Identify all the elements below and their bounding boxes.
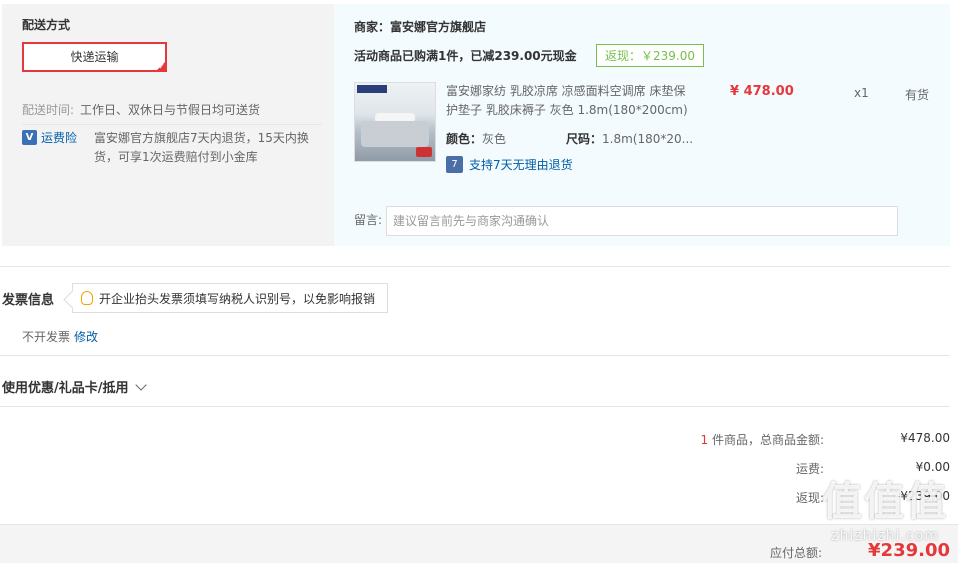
shield-icon: V: [22, 130, 37, 145]
rebate-badge: 返现：￥239.00: [596, 44, 704, 67]
divider: [0, 266, 950, 267]
shop-panel: 商家：富安娜官方旗舰店 活动商品已购满1件，已减239.00元现金 返现：￥23…: [334, 4, 950, 246]
chevron-down-icon: [134, 379, 147, 391]
return-policy-label: 支持7天无理由退货: [469, 158, 573, 172]
merchant-name: 商家：富安娜官方旗舰店: [354, 20, 487, 34]
promo-text: 活动商品已购满1件，已减239.00元现金: [354, 49, 577, 63]
invoice-tip-text: 开企业抬头发票须填写纳税人识别号，以免影响报销: [99, 291, 376, 306]
invoice-tip: 开企业抬头发票须填写纳税人识别号，以免影响报销: [72, 283, 388, 313]
invoice-edit-link[interactable]: 修改: [74, 330, 98, 344]
product-name-link[interactable]: 富安娜家纺 乳胶凉席 凉感面料空调席 床垫保护垫子 乳胶床褥子 灰色 1.8m(…: [446, 82, 696, 120]
price-badge-graphic: [416, 147, 432, 157]
item-count-label: 件商品，总商品金额:: [708, 433, 824, 447]
stock-status: 有货: [905, 88, 930, 102]
coupon-toggle[interactable]: 使用优惠/礼品卡/抵用: [2, 377, 147, 396]
message-input[interactable]: [386, 206, 898, 236]
color-label: 颜色：: [446, 132, 483, 146]
summary-goods-label: 1 件商品，总商品金额:: [664, 431, 825, 448]
watermark-logo: 值值值: [822, 479, 948, 525]
delivery-time: 配送时间: 工作日、双休日与节假日均可送货: [22, 101, 260, 118]
shipping-method-label: 快递运输: [70, 50, 119, 64]
delivery-title: 配送方式: [22, 18, 71, 32]
check-icon: ✓: [158, 62, 165, 71]
divider: [0, 355, 950, 356]
watermark-url: zhizhizhi.com: [831, 528, 939, 544]
freight-insurance-text: 富安娜官方旗舰店7天内退货，15天内换货，可享1次运费赔付到小金库: [94, 131, 309, 164]
freight-insurance-link[interactable]: V 运费险: [22, 129, 94, 167]
freight-insurance-label: 运费险: [41, 131, 78, 145]
total-label: 应付总额:: [769, 546, 822, 560]
color-value: 灰色: [482, 132, 507, 146]
summary-goods-amount: 1 件商品，总商品金额: ¥478.00: [664, 431, 951, 448]
invoice-title: 发票信息: [2, 293, 55, 308]
coupon-title: 使用优惠/礼品卡/抵用: [2, 381, 129, 396]
bed-graphic: [361, 121, 429, 147]
product-color: 颜色：灰色: [446, 130, 506, 147]
size-label: 尺码：: [566, 132, 603, 146]
order-shop-section: 配送方式 快递运输 ✓ 配送时间: 工作日、双休日与节假日均可送货 V 运费险 富…: [2, 4, 950, 246]
message-label: 留言:: [354, 213, 383, 227]
freight-value: ¥0.00: [915, 460, 950, 474]
seven-day-return-icon: 7: [446, 156, 463, 173]
product-quantity: x1: [854, 86, 869, 100]
item-count: 1: [700, 433, 709, 447]
invoice-row: 不开发票 修改: [22, 328, 98, 345]
product-price: ¥ 478.00: [730, 84, 794, 99]
freight-label: 运费:: [795, 462, 824, 476]
divider: [0, 406, 950, 407]
freight-insurance: V 运费险 富安娜官方旗舰店7天内退货，15天内换货，可享1次运费赔付到小金库: [22, 124, 322, 167]
delivery-panel: 配送方式 快递运输 ✓ 配送时间: 工作日、双休日与节假日均可送货 V 运费险 富…: [2, 4, 334, 246]
watermark: 值值值 zhizhizhi.com: [822, 478, 948, 544]
invoice-value: 不开发票: [22, 330, 71, 344]
lightbulb-icon: [81, 291, 93, 305]
delivery-time-label: 配送时间:: [22, 103, 75, 117]
size-value: 1.8m(180*20...: [602, 132, 694, 146]
delivery-time-value: 工作日、双休日与节假日均可送货: [80, 103, 261, 117]
product-size: 尺码：1.8m(180*20...: [566, 130, 693, 147]
goods-amount-value: ¥478.00: [900, 431, 950, 445]
rebate-label: 返现:: [795, 491, 824, 505]
summary-freight: 运费: ¥0.00: [664, 460, 950, 477]
shipping-method-option[interactable]: 快递运输 ✓: [22, 42, 167, 72]
brand-logo: [357, 85, 387, 93]
product-thumbnail[interactable]: [354, 82, 436, 162]
return-policy-link[interactable]: 7 支持7天无理由退货: [446, 156, 573, 173]
